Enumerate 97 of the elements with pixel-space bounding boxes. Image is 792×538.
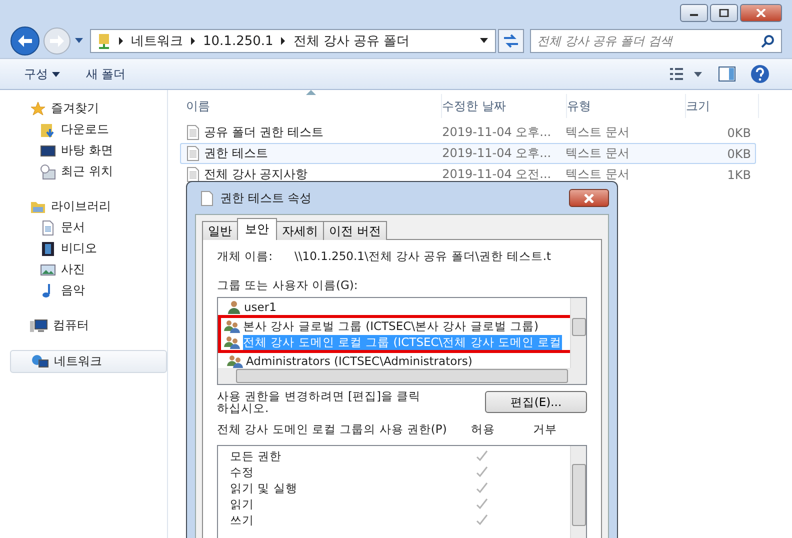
user-icon (227, 300, 241, 314)
object-name-value: \\10.1.250.1\전체 강사 공유 폴더\권한 테스트.t (294, 249, 551, 264)
column-header[interactable]: 수정한 날짜 (442, 94, 567, 118)
group-item[interactable]: Administrators (ICTSEC\Administrators) (246, 354, 472, 368)
close-icon (583, 194, 595, 202)
sidebar-item[interactable]: 라이브러리 (10, 196, 167, 217)
permissions-label: 전체 강사 도메인 로컬 그룹의 사용 권한(P) (217, 422, 448, 438)
breadcrumb[interactable]: 네트워크 (131, 32, 183, 50)
sidebar-item[interactable]: 사진 (10, 259, 167, 280)
file-date: 2019-11-04 오후... (442, 145, 552, 162)
close-button[interactable] (569, 189, 609, 207)
scrollbar[interactable] (570, 446, 586, 538)
file-row[interactable]: 권한 테스트 2019-11-04 오후... 텍스트 문서 0KB (180, 143, 756, 164)
file-row[interactable]: 전체 강사 공지사항 2019-11-04 오전... 텍스트 문서 1KB (180, 164, 756, 185)
file-size: 0KB (726, 146, 752, 160)
file-date: 2019-11-04 오후... (442, 124, 552, 141)
breadcrumb[interactable]: 10.1.250.1 (203, 34, 274, 48)
edit-button[interactable]: 편집(E)... (485, 391, 587, 414)
text-file-icon (187, 125, 199, 140)
picture-icon (40, 262, 56, 278)
file-type: 텍스트 문서 (566, 124, 630, 141)
permission-name: 수정 (230, 464, 255, 480)
users-icon (224, 319, 240, 333)
permission-name: 읽기 및 실행 (230, 480, 298, 496)
object-name-label: 개체 이름: (217, 249, 273, 264)
chevron-icon[interactable] (280, 37, 286, 45)
refresh-button[interactable] (498, 29, 524, 53)
column-header[interactable]: 크기 (686, 94, 759, 118)
new-folder-button[interactable]: 새 폴더 (80, 64, 132, 84)
file-name: 전체 강사 공지사항 (204, 166, 308, 183)
text-file-icon (187, 167, 199, 182)
sidebar-item[interactable]: 즐겨찾기 (10, 98, 167, 119)
file-type: 텍스트 문서 (566, 145, 630, 162)
star-icon (30, 100, 46, 116)
file-type: 텍스트 문서 (566, 166, 630, 183)
sidebar-item[interactable]: 음악 (10, 280, 167, 301)
document-icon (40, 220, 56, 236)
file-row[interactable]: 공유 폴더 권한 테스트 2019-11-04 오후... 텍스트 문서 0KB (180, 122, 756, 143)
address-bar[interactable]: 네트워크 10.1.250.1 전체 강사 공유 폴더 (90, 29, 496, 53)
deny-header: 거부 (533, 422, 558, 438)
permission-name: 모든 권한 (230, 448, 283, 464)
dialog-title: 권한 테스트 속성 (220, 190, 312, 206)
sidebar-item[interactable]: 컴퓨터 (10, 315, 167, 336)
permission-name: 읽기 (230, 496, 255, 512)
group-item[interactable]: 본사 강사 글로벌 그룹 (ICTSEC\본사 강사 글로벌 그룹) (243, 318, 538, 334)
groups-label: 그룹 또는 사용자 이름(G): (217, 278, 359, 293)
folder-icon (40, 122, 56, 138)
chevron-icon[interactable] (118, 37, 124, 45)
search-icon (761, 34, 775, 48)
scrollbar[interactable] (218, 368, 586, 384)
group-item[interactable]: user1 (244, 300, 276, 314)
tab[interactable]: 이전 버전 (323, 221, 387, 240)
file-name: 공유 폴더 권한 테스트 (204, 124, 324, 141)
tab[interactable]: 일반 (202, 221, 238, 240)
sidebar-item[interactable]: 바탕 화면 (10, 140, 167, 161)
maximize-button[interactable] (710, 4, 738, 22)
close-icon (756, 9, 766, 17)
sidebar-item[interactable]: 최근 위치 (10, 161, 167, 182)
maximize-icon (719, 9, 729, 17)
close-button[interactable] (740, 4, 782, 22)
breadcrumb[interactable]: 전체 강사 공유 폴더 (293, 32, 410, 50)
tab[interactable]: 자세히 (276, 221, 324, 240)
network-icon (31, 354, 49, 370)
caret-icon (52, 72, 60, 78)
file-size: 1KB (726, 168, 752, 182)
dropdown-icon[interactable] (479, 37, 489, 45)
view-options-icon[interactable] (670, 67, 704, 81)
text-file-icon (187, 146, 199, 161)
sidebar-item[interactable]: 다운로드 (10, 119, 167, 140)
allow-header: 허용 (470, 422, 496, 438)
film-icon (40, 240, 56, 256)
file-name: 권한 테스트 (204, 145, 268, 162)
sidebar-item[interactable]: 비디오 (10, 238, 167, 259)
file-date: 2019-11-04 오전... (442, 166, 552, 183)
computer-icon (30, 318, 48, 334)
group-row[interactable]: Administrators (ICTSEC\Administrators) (221, 353, 571, 369)
users-icon (227, 354, 243, 368)
permission-name: 쓰기 (230, 512, 255, 528)
sidebar-item[interactable]: 네트워크 (10, 350, 167, 373)
tab[interactable]: 보안 (237, 218, 277, 240)
monitor-icon (40, 142, 56, 158)
preview-pane-icon[interactable] (718, 66, 736, 82)
minimize-button[interactable] (680, 4, 708, 22)
search-field[interactable]: 전체 강사 공유 폴더 검색 (530, 29, 782, 53)
chevron-icon[interactable] (190, 37, 196, 45)
back-button[interactable] (10, 26, 40, 56)
edit-instructions: 사용 권한을 변경하려면 [편집]을 클릭하십시오. (217, 390, 422, 414)
file-size: 0KB (726, 126, 752, 140)
scrollbar[interactable] (570, 298, 586, 368)
help-icon[interactable] (750, 64, 770, 84)
file-icon (201, 190, 213, 206)
network-folder-icon (97, 33, 111, 49)
organize-button[interactable]: 구성 (18, 64, 66, 84)
sidebar-item[interactable]: 문서 (10, 217, 167, 238)
group-row[interactable]: user1 (221, 299, 571, 315)
column-header[interactable]: 유형 (567, 94, 686, 118)
users-icon (224, 335, 240, 349)
